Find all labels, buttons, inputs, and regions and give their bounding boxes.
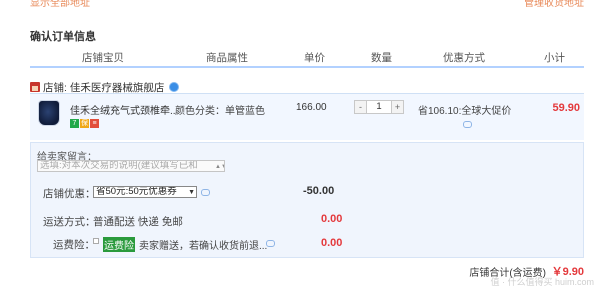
shipping-fee: 0.00 [321,213,343,225]
message-placeholder: 选填:对本次交易的说明(建议填写已和 [40,160,198,171]
insurance-label: 运费险： [53,239,95,251]
cart-item-row: 佳禾全绒充气式颈椎牵... 7 保 ≡ 颜色分类：单管蓝色 166.00 - 1… [30,93,584,140]
product-title-link[interactable]: 佳禾全绒充气式颈椎牵... [70,102,175,117]
shop-discount-value: -50.00 [303,185,335,197]
item-subtotal: 59.90 [552,102,580,114]
column-header: 店铺宝贝 商品属性 单价 数量 优惠方式 小计 [30,50,584,64]
manage-address-link[interactable]: 管理收货地址 [524,0,584,9]
shipping-method: 普通配送 快递 免邮 [93,216,183,228]
shop-discount-selected: 省50元:50元优惠券 [96,186,177,197]
column-header-price: 单价 [304,52,325,64]
quantity-increase-button[interactable]: + [392,101,403,113]
order-options-panel: 给卖家留言： 选填:对本次交易的说明(建议填写已和 ▲▼ 店铺优惠： 省50元:… [30,142,584,258]
chevron-down-icon: ▼ [188,189,195,196]
product-attribute: 颜色分类：单管蓝色 [175,106,265,117]
discount-method: 省106.10:全球大促价 [418,106,512,117]
wangwang-chat-icon[interactable] [169,82,180,92]
shop-icon [30,82,40,92]
show-all-address-link[interactable]: 显示全部地址 [30,0,90,9]
site-watermark: 值 · 什么值得买 huim.com [490,277,594,287]
quantity-input[interactable]: 1 [366,101,392,113]
column-header-discount: 优惠方式 [443,52,485,64]
unit-price: 166.00 [296,102,327,113]
header-divider [30,66,584,68]
column-header-item: 店铺宝贝 [82,52,124,64]
insurance-description: 卖家赠送，若确认收货前退... [139,241,268,252]
column-header-quantity: 数量 [371,52,392,64]
column-header-attribute: 商品属性 [206,52,248,64]
seller-message-input[interactable]: 选填:对本次交易的说明(建议填写已和 ▲▼ [37,160,225,172]
insurance-checkbox[interactable] [93,238,99,244]
invoice-badge[interactable]: ≡ [90,119,99,128]
product-thumbnail[interactable] [38,100,60,126]
section-title: 确认订单信息 [30,31,96,43]
guarantee-badge[interactable]: 保 [80,119,89,128]
shipping-label: 运送方式： [43,216,96,228]
expand-arrows-icon[interactable]: ▲▼ [215,162,224,170]
shop-discount-label: 店铺优惠： [43,188,96,200]
quantity-stepper: - 1 + [354,100,404,114]
discount-info-icon[interactable] [463,121,472,128]
seven-day-return-badge[interactable]: 7 [70,119,79,128]
column-header-subtotal: 小计 [544,52,565,64]
insurance-info-icon[interactable] [266,240,275,247]
shop-discount-select[interactable]: 省50元:50元优惠券 ▼ [93,186,197,198]
quantity-decrease-button[interactable]: - [355,101,366,113]
top-links: 显示全部地址 管理收货地址 [0,0,600,9]
shop-discount-info-icon[interactable] [201,189,210,196]
service-badges: 7 保 ≡ [70,119,99,128]
insurance-tag: 运费险 [103,237,135,252]
insurance-fee: 0.00 [321,237,343,249]
shop-row: 店铺: 佳禾医疗器械旗舰店 [30,80,180,94]
